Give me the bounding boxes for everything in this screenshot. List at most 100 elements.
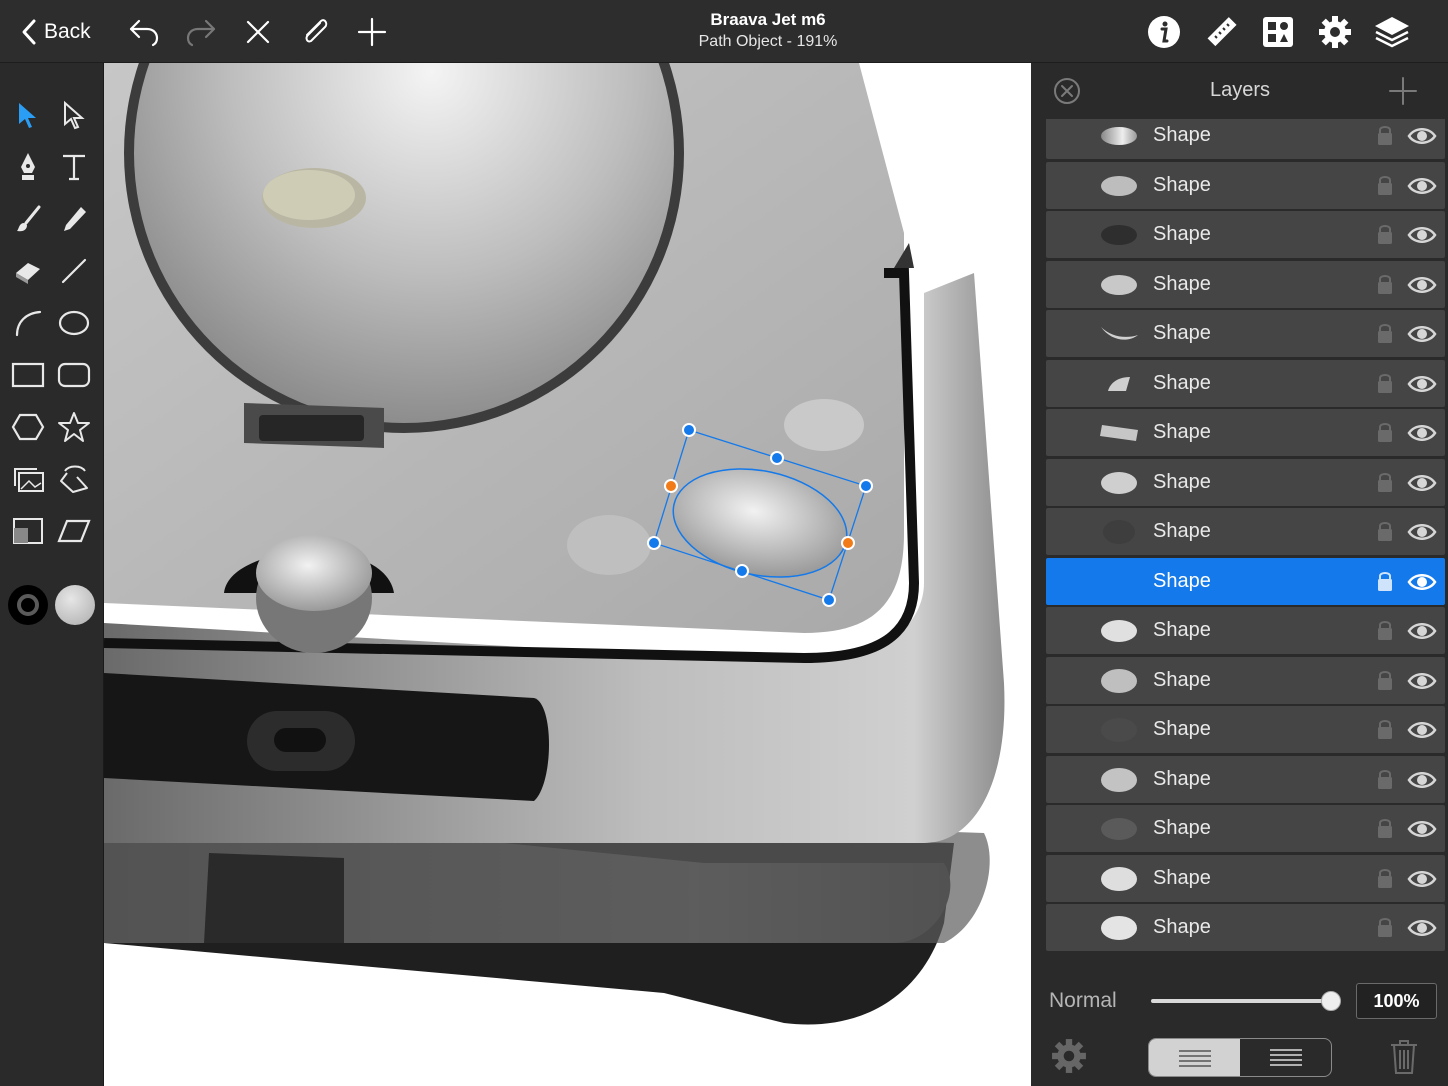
undo-button[interactable]: [124, 12, 164, 52]
layer-row[interactable]: Shape: [1046, 607, 1445, 654]
opacity-slider[interactable]: [1151, 990, 1341, 1012]
layer-name: Shape: [1153, 569, 1211, 592]
lock-icon[interactable]: [1374, 569, 1396, 593]
attach-button[interactable]: [295, 12, 335, 52]
layer-row[interactable]: Shape: [1046, 260, 1445, 308]
eye-icon[interactable]: [1407, 717, 1437, 743]
eye-icon[interactable]: [1407, 272, 1437, 298]
lock-icon[interactable]: [1374, 519, 1396, 543]
star-tool[interactable]: [54, 407, 94, 447]
eye-icon[interactable]: [1407, 519, 1437, 545]
add-layer-button[interactable]: [1388, 76, 1418, 106]
layer-row[interactable]: Shape: [1046, 854, 1445, 902]
eye-icon[interactable]: [1407, 618, 1437, 644]
compact-list-button[interactable]: [1149, 1039, 1240, 1076]
trash-icon: [1391, 1040, 1417, 1074]
lock-icon[interactable]: [1374, 866, 1396, 890]
eye-icon[interactable]: [1407, 123, 1437, 149]
eye-icon[interactable]: [1407, 321, 1437, 347]
add-button[interactable]: [352, 12, 392, 52]
back-button[interactable]: Back: [20, 16, 91, 48]
freeform-tool[interactable]: [54, 459, 94, 499]
direct-select-tool[interactable]: [54, 95, 94, 135]
text-tool[interactable]: [54, 147, 94, 187]
lock-icon[interactable]: [1374, 173, 1396, 197]
close-button[interactable]: [238, 12, 278, 52]
drawing-canvas[interactable]: [104, 63, 1031, 1086]
pencil-tool[interactable]: [54, 199, 94, 239]
lock-icon[interactable]: [1374, 618, 1396, 642]
eye-icon[interactable]: [1407, 668, 1437, 694]
lock-icon[interactable]: [1374, 222, 1396, 246]
gear-icon: [1319, 16, 1351, 48]
eye-icon[interactable]: [1407, 866, 1437, 892]
layer-row[interactable]: Shape: [1046, 119, 1445, 159]
brush-tool[interactable]: [8, 199, 48, 239]
eye-icon[interactable]: [1407, 569, 1437, 595]
eye-icon[interactable]: [1407, 915, 1437, 941]
lock-icon[interactable]: [1374, 470, 1396, 494]
layer-settings-button[interactable]: [1051, 1038, 1087, 1074]
redo-button[interactable]: [181, 12, 221, 52]
rectangle-tool[interactable]: [8, 355, 48, 395]
lock-icon[interactable]: [1374, 816, 1396, 840]
image-tool[interactable]: [8, 459, 48, 499]
layer-row[interactable]: Shape: [1046, 310, 1445, 357]
polygon-tool[interactable]: [8, 407, 48, 447]
rounded-rectangle-tool[interactable]: [54, 355, 94, 395]
lock-icon[interactable]: [1374, 717, 1396, 741]
grid-button[interactable]: [1258, 12, 1298, 52]
ellipse-tool[interactable]: [54, 303, 94, 343]
opacity-knob[interactable]: [1321, 991, 1341, 1011]
parallelogram-tool[interactable]: [54, 511, 94, 551]
line-tool[interactable]: [54, 251, 94, 291]
eye-icon[interactable]: [1407, 420, 1437, 446]
layer-row[interactable]: Shape: [1046, 656, 1445, 704]
eye-icon[interactable]: [1407, 371, 1437, 397]
lock-icon[interactable]: [1374, 123, 1396, 147]
lock-icon[interactable]: [1374, 668, 1396, 692]
layer-row[interactable]: Shape: [1046, 805, 1445, 852]
layer-row[interactable]: Shape: [1046, 557, 1445, 605]
pen-tool[interactable]: [8, 147, 48, 187]
arc-tool[interactable]: [8, 303, 48, 343]
detailed-list-button[interactable]: [1240, 1039, 1331, 1076]
lock-icon[interactable]: [1374, 420, 1396, 444]
layer-row[interactable]: Shape: [1046, 508, 1445, 555]
layers-panel-header: Layers: [1032, 63, 1448, 119]
lock-icon[interactable]: [1374, 915, 1396, 939]
layer-row[interactable]: Shape: [1046, 755, 1445, 803]
close-panel-button[interactable]: [1053, 77, 1081, 105]
lock-icon[interactable]: [1374, 767, 1396, 791]
eye-icon[interactable]: [1407, 222, 1437, 248]
layers-button[interactable]: [1372, 12, 1412, 52]
delete-layer-button[interactable]: [1388, 1038, 1420, 1076]
list-detailed-icon: [1269, 1048, 1302, 1066]
crop-tool[interactable]: [8, 511, 48, 551]
layers-panel: Layers Shape Shape Shape Shape Shape Shape Sha…: [1032, 63, 1448, 1086]
lock-icon[interactable]: [1374, 321, 1396, 345]
eye-icon[interactable]: [1407, 173, 1437, 199]
eye-icon[interactable]: [1407, 470, 1437, 496]
layer-row[interactable]: Shape: [1046, 359, 1445, 407]
opacity-field[interactable]: 100%: [1356, 983, 1437, 1019]
layer-row[interactable]: Shape: [1046, 458, 1445, 506]
stroke-color-swatch[interactable]: [6, 583, 50, 627]
eye-icon[interactable]: [1407, 816, 1437, 842]
eraser-tool[interactable]: [8, 251, 48, 291]
lock-icon[interactable]: [1374, 371, 1396, 395]
eye-icon[interactable]: [1407, 767, 1437, 793]
lock-icon[interactable]: [1374, 272, 1396, 296]
layer-row[interactable]: Shape: [1046, 706, 1445, 753]
layer-row[interactable]: Shape: [1046, 409, 1445, 456]
layer-row[interactable]: Shape: [1046, 161, 1445, 209]
layers-list[interactable]: Shape Shape Shape Shape Shape Shape Shape Shape…: [1046, 119, 1446, 1032]
fill-color-swatch[interactable]: [53, 583, 97, 627]
layer-row[interactable]: Shape: [1046, 904, 1445, 951]
layer-row[interactable]: Shape: [1046, 211, 1445, 258]
ruler-button[interactable]: [1201, 12, 1241, 52]
blend-mode-selector[interactable]: Normal: [1049, 989, 1117, 1013]
select-tool[interactable]: [8, 95, 48, 135]
info-button[interactable]: [1144, 12, 1184, 52]
settings-button[interactable]: [1315, 12, 1355, 52]
